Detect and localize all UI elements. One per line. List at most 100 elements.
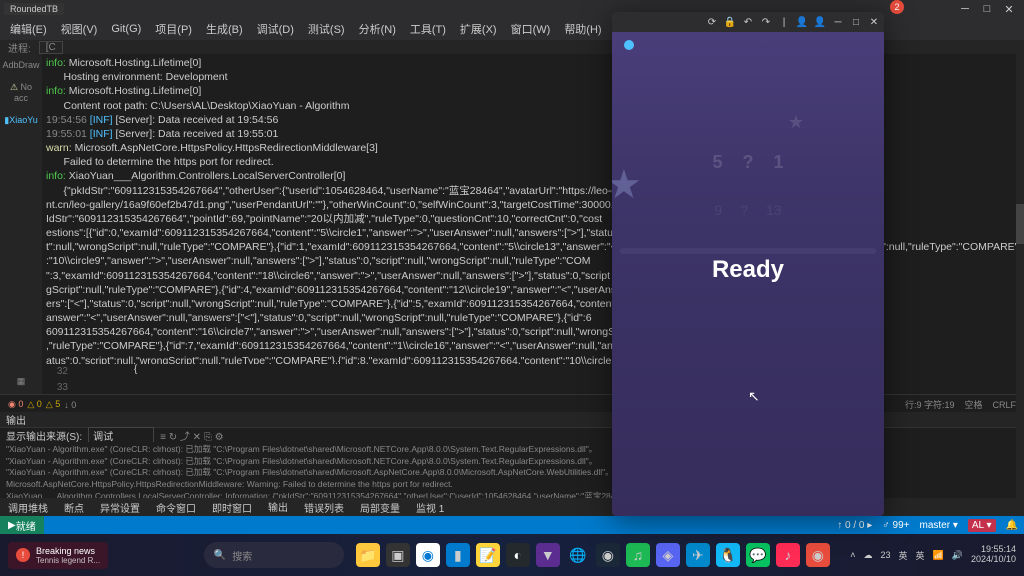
menu-tools[interactable]: 工具(T) <box>404 19 452 39</box>
menu-window[interactable]: 窗口(W) <box>505 19 557 39</box>
search-placeholder: 搜索 <box>232 548 252 563</box>
cursor-pos: 行:9 字符:19 <box>905 398 955 411</box>
sidebar-adb[interactable]: AdbDraw <box>0 58 42 72</box>
app-github-icon[interactable]: ◐ <box>506 543 530 567</box>
eol-mode[interactable]: CRLF <box>992 400 1016 410</box>
mobile-refresh-icon[interactable]: ⟳ <box>706 16 718 28</box>
menu-test[interactable]: 测试(S) <box>302 19 351 39</box>
tab-command[interactable]: 命令窗口 <box>148 498 204 517</box>
tab-errorlist[interactable]: 错误列表 <box>296 498 352 517</box>
tray-chevron-icon[interactable]: ˄ <box>850 550 855 560</box>
status-bell-icon[interactable]: 🔔 <box>1006 520 1018 531</box>
mobile-back-icon[interactable]: ↶ <box>742 16 754 28</box>
mobile-forward-icon[interactable]: ↷ <box>760 16 772 28</box>
statusbar: ▶ 就绪 ↑ 0 / 0 ▸ ♂ 99+ master ▾ AL ▾ 🔔 <box>0 516 1024 534</box>
output-source-label: 显示输出来源(S): <box>6 428 82 443</box>
avatar-dot <box>624 40 634 50</box>
menu-git[interactable]: Git(G) <box>105 21 147 37</box>
star-icon: ★ <box>788 112 804 133</box>
tab-output[interactable]: 输出 <box>260 497 296 518</box>
status-account[interactable]: AL ▾ <box>968 519 996 532</box>
mobile-preview-window: ⟳ 🔒 ↶ ↷ | 👤 👤 ─ □ ✕ ★ ★ 5?1 9?13 Ready <box>612 12 884 516</box>
mobile-user2-icon[interactable]: 👤 <box>814 16 826 28</box>
taskbar: ! Breaking newsTennis legend R... 🔍 搜索 📁… <box>0 534 1024 576</box>
menu-project[interactable]: 项目(P) <box>149 19 198 39</box>
mobile-maximize-icon[interactable]: □ <box>850 16 862 28</box>
mobile-minimize-icon[interactable]: ─ <box>832 16 844 28</box>
status-branch[interactable]: master ▾ <box>920 520 958 531</box>
system-tray: ˄ ☁ 23 英 英 📶 🔊 19:55:142024/10/10 <box>850 545 1016 565</box>
output-toolbar-icons[interactable]: ≡ ↻ ⤴ ✕ ⎘ ⚙ <box>160 428 223 443</box>
tab-watch[interactable]: 监视 1 <box>408 498 452 517</box>
maximize-icon[interactable]: □ <box>980 2 994 16</box>
tray-cloud-icon[interactable]: ☁ <box>863 550 872 561</box>
mouse-cursor: ↖ <box>748 388 760 405</box>
output-source-select[interactable]: 调试 <box>88 427 154 444</box>
app-misc-icon[interactable]: ◉ <box>806 543 830 567</box>
menu-debug[interactable]: 调试(D) <box>251 19 300 39</box>
app-notes-icon[interactable]: 📝 <box>476 543 500 567</box>
minimize-icon[interactable]: ─ <box>958 2 972 16</box>
ready-label: Ready <box>612 256 884 284</box>
tray-clock[interactable]: 19:55:142024/10/10 <box>971 545 1016 565</box>
app-explorer-icon[interactable]: 📁 <box>356 543 380 567</box>
status-cache[interactable]: ♂ 99+ <box>882 520 909 531</box>
app-qq-icon[interactable]: 🐧 <box>716 543 740 567</box>
mobile-close-icon[interactable]: ✕ <box>868 16 880 28</box>
search-icon: 🔍 <box>214 550 226 561</box>
mobile-titlebar: ⟳ 🔒 ↶ ↷ | 👤 👤 ─ □ ✕ <box>612 12 884 32</box>
mobile-user-icon[interactable]: 👤 <box>796 16 808 28</box>
mobile-app-screen[interactable]: ★ ★ 5?1 9?13 Ready <box>612 32 884 516</box>
taskbar-news[interactable]: ! Breaking newsTennis legend R... <box>8 542 108 569</box>
menu-view[interactable]: 视图(V) <box>55 19 104 39</box>
tab-exceptions[interactable]: 异常设置 <box>92 498 148 517</box>
process-label: 进程: <box>8 40 31 55</box>
sidebar-xiaoyu[interactable]: ▮XiaoYu <box>0 113 42 128</box>
taskbar-apps: 📁 ▣ ◉ ▮ 📝 ◐ ▼ 🌐 ◉ ♫ ◈ ✈ 🐧 💬 ♪ ◉ <box>356 543 830 567</box>
output-title: 输出 <box>6 412 26 427</box>
app-douyin-icon[interactable]: ♪ <box>776 543 800 567</box>
mobile-lock-icon[interactable]: 🔒 <box>724 16 736 28</box>
process-dropdown[interactable]: [C <box>39 41 63 54</box>
question-numbers-bottom: 9?13 <box>612 202 884 218</box>
tab-breakpoints[interactable]: 断点 <box>56 498 92 517</box>
tray-temp[interactable]: 23 <box>880 550 890 560</box>
menu-extensions[interactable]: 扩展(X) <box>454 19 503 39</box>
tray-ime[interactable]: 英 <box>916 549 925 562</box>
tray-volume-icon[interactable]: 🔊 <box>952 550 963 561</box>
taskbar-search[interactable]: 🔍 搜索 <box>204 542 344 568</box>
status-ready: ▶ 就绪 <box>0 516 44 534</box>
app-discord-icon[interactable]: ◈ <box>656 543 680 567</box>
sidebar-icon1[interactable]: ▦ <box>0 374 42 389</box>
app-terminal-icon[interactable]: ▣ <box>386 543 410 567</box>
tab-callstack[interactable]: 调用堆栈 <box>0 498 56 517</box>
notification-badge[interactable]: 2 <box>890 0 904 14</box>
app-steam-icon[interactable]: ◉ <box>596 543 620 567</box>
vertical-scrollbar[interactable] <box>1016 54 1024 512</box>
alert-icon: ! <box>16 548 30 562</box>
tray-wifi-icon[interactable]: 📶 <box>933 550 944 561</box>
tab-locals[interactable]: 局部变量 <box>352 498 408 517</box>
menu-edit[interactable]: 编辑(E) <box>4 19 53 39</box>
menu-help[interactable]: 帮助(H) <box>558 19 607 39</box>
tray-lang[interactable]: 英 <box>898 549 907 562</box>
status-add[interactable]: ↑ 0 / 0 ▸ <box>837 520 872 531</box>
tab-immediate[interactable]: 即时窗口 <box>204 498 260 517</box>
sidebar-noacc[interactable]: ⚠ No acc <box>0 80 42 105</box>
rounded-tb-badge: RoundedTB <box>4 3 64 15</box>
menu-build[interactable]: 生成(B) <box>200 19 249 39</box>
sidebar: AdbDraw ⚠ No acc ▮XiaoYu ▦ ⬒ <box>0 54 42 412</box>
app-chrome-icon[interactable]: 🌐 <box>566 543 590 567</box>
question-numbers-top: 5?1 <box>612 152 884 173</box>
app-tg-icon[interactable]: ✈ <box>686 543 710 567</box>
menu-analyze[interactable]: 分析(N) <box>353 19 402 39</box>
indent-mode[interactable]: 空格 <box>964 398 982 411</box>
close-icon[interactable]: ✕ <box>1002 2 1016 16</box>
app-vs-icon[interactable]: ▼ <box>536 543 560 567</box>
app-wechat-icon[interactable]: 💬 <box>746 543 770 567</box>
app-music-icon[interactable]: ♫ <box>626 543 650 567</box>
app-code-icon[interactable]: ▮ <box>446 543 470 567</box>
mobile-bar-icon[interactable]: | <box>778 16 790 28</box>
problems-counts[interactable]: ◉ 0 △ 0 △ 5 ↓ 0 <box>8 399 76 410</box>
app-edge-icon[interactable]: ◉ <box>416 543 440 567</box>
